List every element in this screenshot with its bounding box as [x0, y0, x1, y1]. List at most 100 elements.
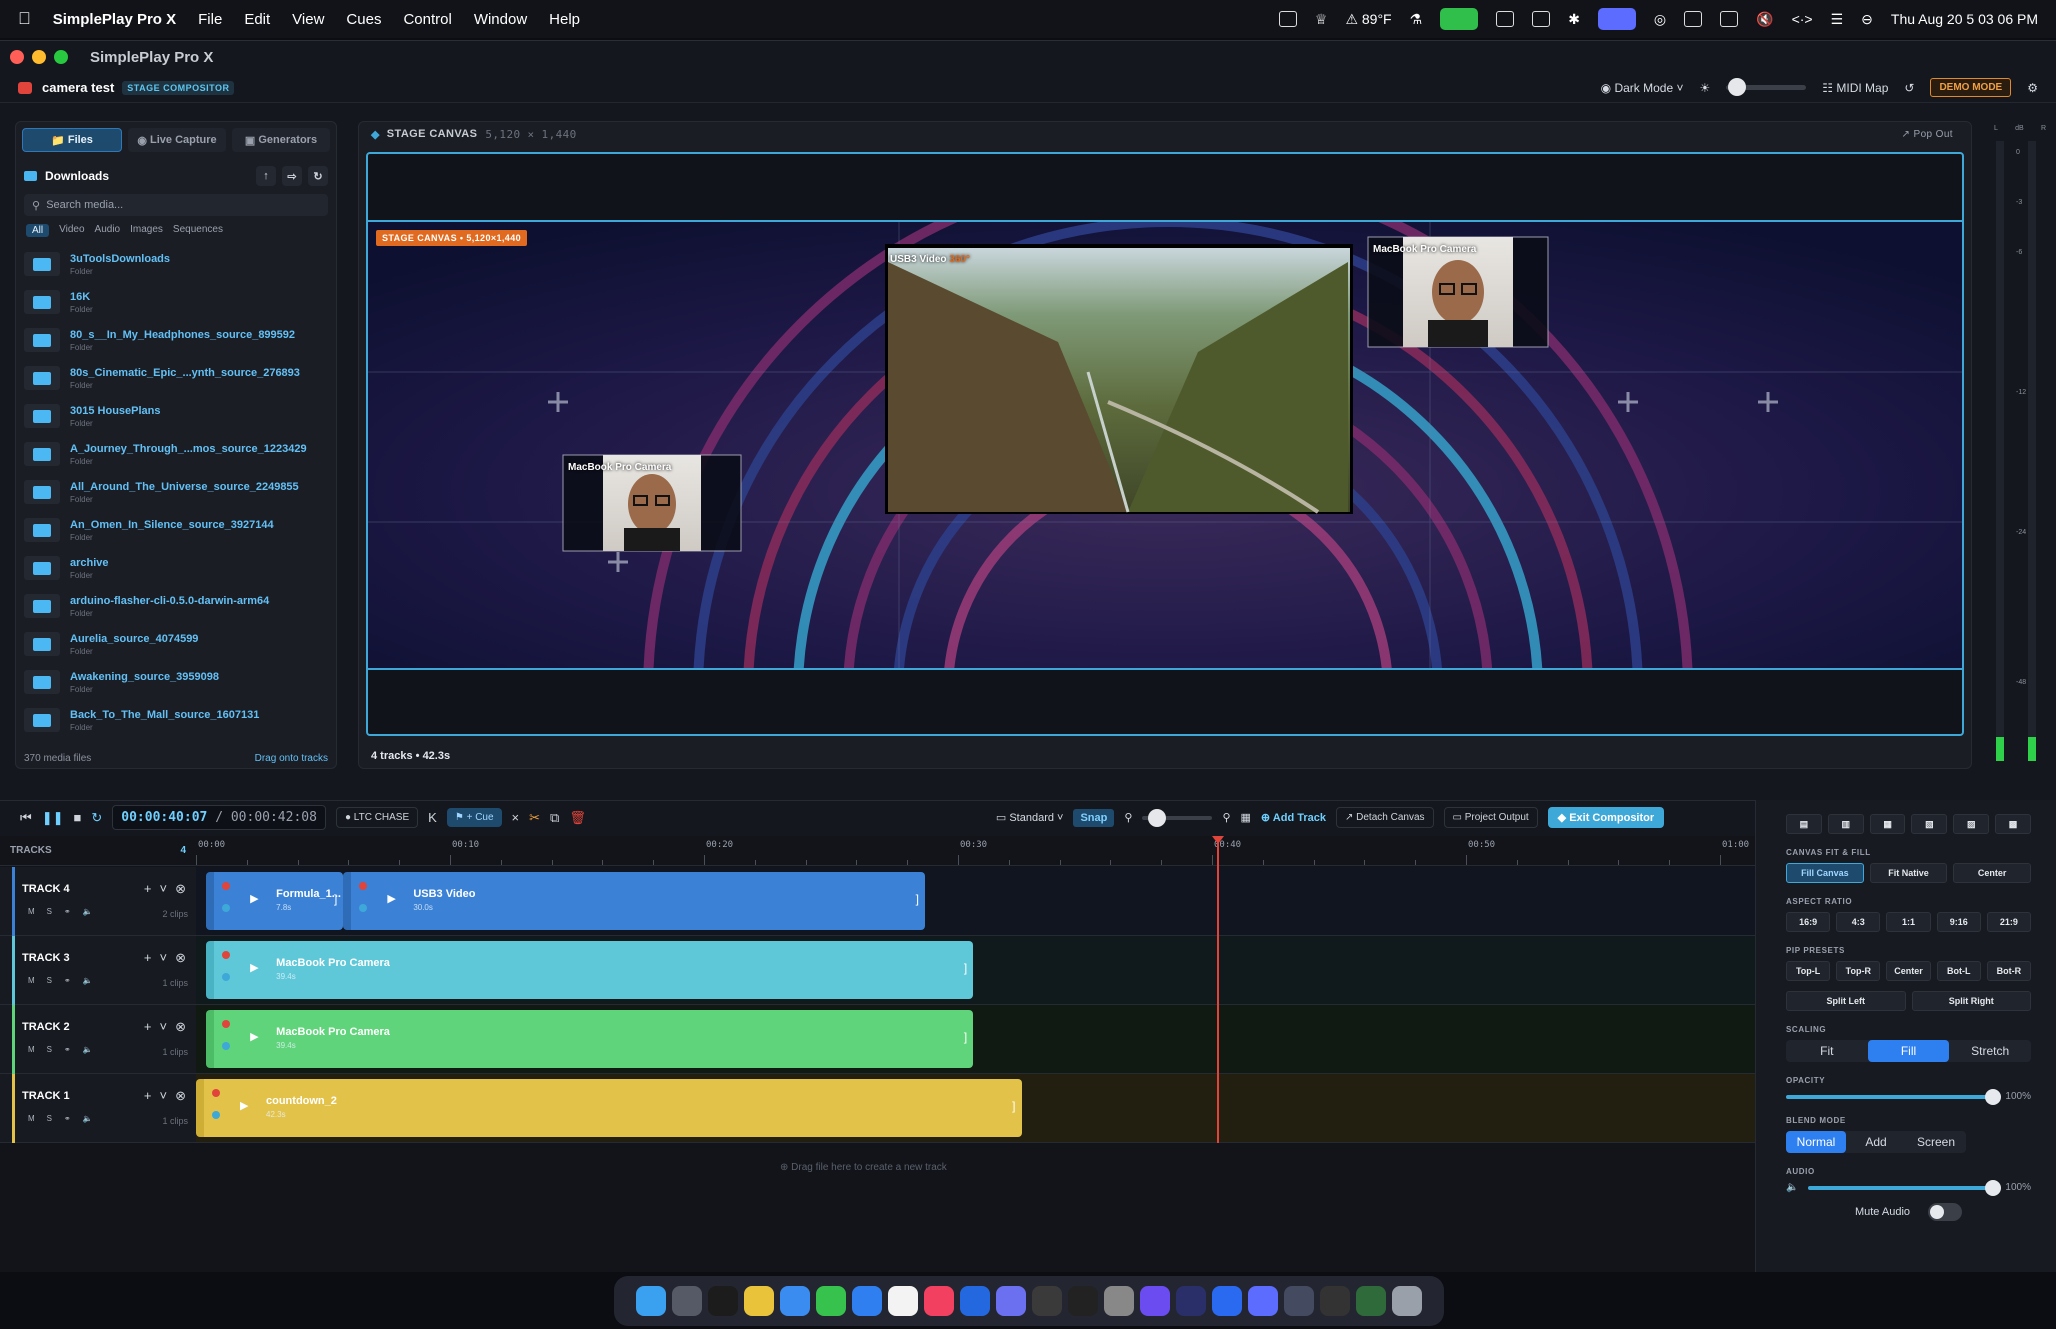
layer-label-camera-b[interactable]: MacBook Pro Camera [568, 462, 671, 473]
close-window-button[interactable] [10, 50, 24, 64]
preview-icon[interactable] [996, 1286, 1026, 1316]
track-header[interactable]: TRACK 3 M S ⚭ 🔈 + ˅ ⊗ 1 clips [0, 936, 196, 1005]
opacity-slider[interactable] [1786, 1088, 2002, 1105]
skip-back-icon[interactable]: ⏮ [20, 810, 32, 826]
filter-audio[interactable]: Audio [95, 224, 121, 237]
aspect-21-9[interactable]: 21:9 [1986, 912, 2032, 932]
add-clip-icon[interactable]: + [144, 950, 152, 966]
media-list-item[interactable]: 80s_Cinematic_Epic_...ynth_source_276893… [24, 359, 328, 397]
prev-cue-icon[interactable]: K [428, 810, 437, 825]
solo-button[interactable]: S [47, 907, 52, 916]
menu-cues[interactable]: Cues [346, 11, 381, 28]
track-lane[interactable]: ▶ countdown_2 42.3s] [196, 1074, 1755, 1143]
trash-icon[interactable]: 🗑 [569, 810, 586, 826]
vpn-icon[interactable] [1140, 1286, 1170, 1316]
time-ruler[interactable]: 00:00 00:10 00:20 00:30 00:40 00:50 01:00 [196, 836, 1755, 866]
mute-button[interactable]: M [28, 976, 35, 985]
link-icon[interactable]: ⚭ [64, 1045, 71, 1054]
media-list-item[interactable]: All_Around_The_Universe_source_2249855 Fo… [24, 473, 328, 511]
calendar-icon[interactable] [888, 1286, 918, 1316]
brightness-slider[interactable] [1726, 78, 1807, 96]
opacity-knob[interactable] [1985, 1088, 2002, 1105]
pip-top-left[interactable]: Top-L [1786, 961, 1831, 981]
dark-mode-dropdown[interactable]: ◉ Dark Mode ˅ [1601, 81, 1684, 95]
simpleplay-icon[interactable] [1212, 1286, 1242, 1316]
fit-icon[interactable]: ▦ [1241, 811, 1251, 824]
screen-mirror-icon[interactable] [1597, 8, 1636, 30]
loop-icon[interactable]: ↻ [91, 810, 102, 826]
detach-canvas-button[interactable]: ↗ Detach Canvas [1335, 807, 1434, 828]
timeline-clip[interactable]: ▶ MacBook Pro Camera 39.4s] [206, 1010, 974, 1068]
media-list-item[interactable]: Aurelia_source_4074599 Folder [24, 625, 328, 663]
control-center-icon[interactable]: ☰ [1831, 11, 1844, 28]
clock[interactable]: Thu Aug 20 5 03 06 PM [1891, 11, 2038, 27]
media-list-item[interactable]: Awakening_source_3959098 Folder [24, 663, 328, 701]
clip-trim-handle[interactable]: ] [916, 892, 919, 906]
weather-status[interactable]: ⚠ 89°F [1345, 11, 1391, 28]
focus-icon[interactable]: ⊖ [1861, 11, 1873, 28]
finder-icon[interactable] [636, 1286, 666, 1316]
link-icon[interactable]: ⚭ [64, 1114, 71, 1123]
zoom-knob[interactable] [1148, 808, 1167, 827]
settings-gear-icon[interactable]: ⚙ [2027, 81, 2038, 95]
zoom-window-button[interactable] [54, 50, 68, 64]
stage-canvas[interactable]: STAGE CANVAS • 5,120×1,440 USB3 Video 36… [366, 152, 1964, 736]
display-icon[interactable] [1684, 11, 1703, 27]
zoom-in-icon[interactable]: ⚲ [1222, 811, 1230, 824]
exit-compositor-button[interactable]: ◆ Exit Compositor [1547, 807, 1665, 828]
track-header[interactable]: TRACK 4 M S ⚭ 🔈 + ˅ ⊗ 2 clips [0, 867, 196, 936]
menu-window[interactable]: Window [474, 11, 527, 28]
solo-button[interactable]: S [47, 1114, 52, 1123]
app-store-icon[interactable] [1176, 1286, 1206, 1316]
blend-screen[interactable]: Screen [1906, 1131, 1966, 1153]
add-track-button[interactable]: ⊕ Add Track [1261, 811, 1326, 824]
track-lane[interactable]: ▶ MacBook Pro Camera 39.4s] [196, 1005, 1755, 1074]
camera-indicator-icon[interactable] [1440, 8, 1479, 30]
remove-track-icon[interactable]: ⊗ [175, 881, 186, 897]
layer-label-usb3[interactable]: USB3 Video 360° [890, 254, 970, 265]
remove-track-icon[interactable]: ⊗ [175, 1088, 186, 1104]
audio-knob[interactable] [1985, 1179, 2002, 1196]
mail-icon[interactable] [852, 1286, 882, 1316]
tab-generators[interactable]: ▣ Generators [232, 128, 330, 152]
up-folder-button[interactable]: ↑ [256, 166, 276, 186]
menu-control[interactable]: Control [403, 11, 451, 28]
keyboard-icon[interactable] [1496, 11, 1515, 27]
screenshot-stack-icon[interactable] [1356, 1286, 1386, 1316]
pip-top-right[interactable]: Top-R [1836, 961, 1881, 981]
chrome-icon[interactable] [744, 1286, 774, 1316]
remove-track-icon[interactable]: ⊗ [175, 1019, 186, 1035]
demo-mode-badge[interactable]: DEMO MODE [1930, 78, 2012, 97]
track-header[interactable]: TRACK 1 M S ⚭ 🔈 + ˅ ⊗ 1 clips [0, 1074, 196, 1143]
bluetooth-icon[interactable]: ✱ [1568, 11, 1580, 28]
track-header[interactable]: TRACK 2 M S ⚭ 🔈 + ˅ ⊗ 1 clips [0, 1005, 196, 1074]
add-clip-icon[interactable]: + [144, 1088, 152, 1104]
volume-icon[interactable]: 🔈 [83, 1114, 93, 1123]
mute-button[interactable]: M [28, 907, 35, 916]
align-middle-icon[interactable]: ▨ [1953, 814, 1990, 834]
window-icon[interactable] [1532, 11, 1551, 27]
launchpad-icon[interactable] [672, 1286, 702, 1316]
clip-trim-handle[interactable]: ] [334, 892, 337, 906]
track-menu-chevron-icon[interactable]: ˅ [160, 950, 168, 966]
filter-video[interactable]: Video [59, 224, 84, 237]
monitor-app-icon[interactable] [1248, 1286, 1278, 1316]
zoom-out-icon[interactable]: ⚲ [1124, 811, 1132, 824]
brightness-knob[interactable] [1728, 78, 1747, 96]
timeline-clip[interactable]: ▶ USB3 Video 30.0s] [343, 872, 925, 930]
align-top-icon[interactable]: ▧ [1911, 814, 1948, 834]
mute-button[interactable]: M [28, 1114, 35, 1123]
align-left-icon[interactable]: ▤ [1786, 814, 1822, 834]
pause-icon[interactable]: ❚❚ [42, 810, 64, 826]
folder-stack-icon[interactable] [1320, 1286, 1350, 1316]
snap-toggle[interactable]: Snap [1073, 808, 1115, 827]
go-to-folder-button[interactable]: ⇨ [282, 166, 302, 186]
fit-native-button[interactable]: Fit Native [1869, 863, 1948, 883]
battery-icon[interactable] [1720, 11, 1739, 27]
track-lane[interactable]: ▶ MacBook Pro Camera 39.4s] [196, 936, 1755, 1005]
scissors-icon[interactable]: ✂ [529, 810, 540, 826]
stop-icon[interactable]: ■ [74, 810, 82, 825]
messages-icon[interactable] [816, 1286, 846, 1316]
mute-button[interactable]: M [28, 1045, 35, 1054]
airdrop-icon[interactable]: ◎ [1654, 11, 1666, 28]
